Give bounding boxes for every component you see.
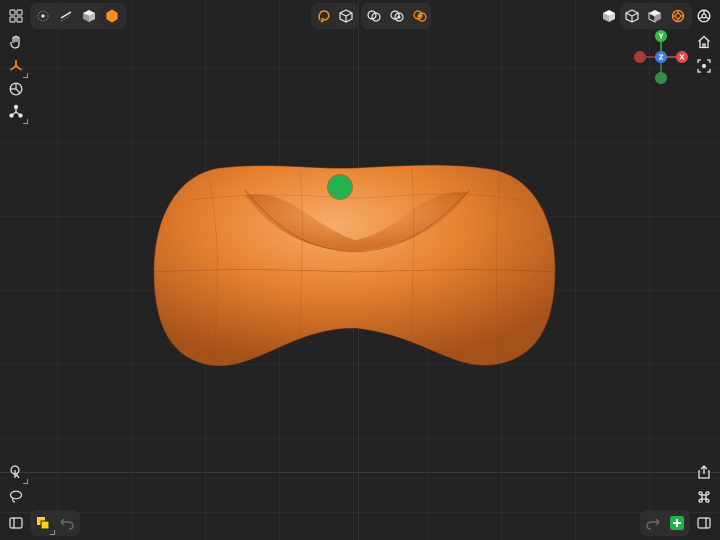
undo-icon[interactable] (56, 512, 78, 534)
material-shading-icon[interactable] (644, 5, 666, 27)
share-icon[interactable] (693, 461, 715, 483)
tap-select-icon[interactable] (5, 461, 28, 484)
right-panel-icon[interactable] (693, 512, 715, 534)
wireframe-shading-icon[interactable] (621, 5, 643, 27)
solid-shading-icon[interactable] (598, 5, 620, 27)
boolean-subtract-icon[interactable] (386, 5, 408, 27)
submenu-indicator (23, 73, 28, 78)
render-shading-icon[interactable] (667, 5, 689, 27)
model-body[interactable] (153, 164, 556, 367)
orientation-gizmo[interactable]: Y X Z (630, 28, 692, 90)
submenu-indicator (23, 479, 28, 484)
peanut-mesh[interactable] (150, 160, 560, 375)
command-icon[interactable] (693, 486, 715, 508)
hand-tool-icon[interactable] (5, 31, 27, 53)
submenu-indicator (23, 119, 28, 124)
boolean-union-icon[interactable] (363, 5, 385, 27)
3d-model-viewport-object[interactable] (150, 160, 560, 375)
edge-mode-icon[interactable] (55, 5, 77, 27)
vertex-mode-icon[interactable] (32, 5, 54, 27)
gizmo-z-label: Z (658, 54, 663, 62)
transform-tool-icon[interactable] (5, 55, 28, 78)
submenu-indicator (50, 530, 55, 535)
boolean-intersect-icon[interactable] (409, 5, 431, 27)
sidebar-toggle-icon[interactable] (5, 512, 27, 534)
add-object-icon[interactable] (666, 512, 688, 534)
lasso-select-icon[interactable] (5, 486, 27, 508)
grid-horizon-line (0, 472, 720, 473)
home-view-icon[interactable] (693, 31, 715, 53)
smooth-orbit-icon[interactable] (313, 5, 335, 27)
selection-pin-marker[interactable] (328, 175, 352, 199)
box-display-icon[interactable] (335, 5, 357, 27)
color-swatch-icon[interactable] (32, 512, 55, 535)
settings-icon[interactable] (693, 5, 715, 27)
gizmo-y-label: Y (657, 33, 664, 41)
frame-selection-icon[interactable] (693, 55, 715, 77)
gizmo-neg-x-axis[interactable] (634, 51, 646, 63)
face-mode-icon[interactable] (78, 5, 100, 27)
gizmo-x-label: X (679, 54, 685, 62)
snap-icon[interactable] (5, 78, 27, 100)
grid-view-icon[interactable] (5, 5, 27, 27)
gizmo-neg-y-axis[interactable] (655, 72, 667, 84)
object-mode-icon[interactable] (101, 5, 123, 27)
redo-icon[interactable] (642, 512, 664, 534)
pivot-icon[interactable] (5, 101, 28, 124)
